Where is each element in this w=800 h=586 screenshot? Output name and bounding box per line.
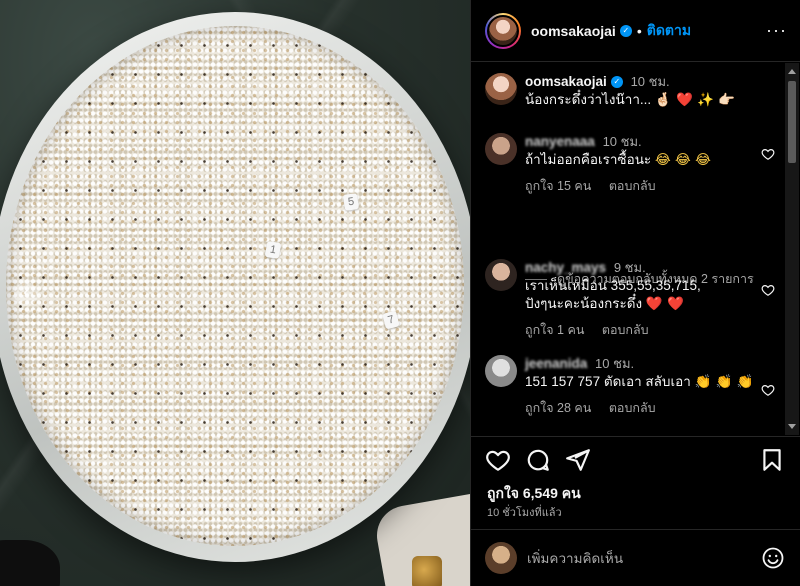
comment-emoji: 👏 👏 👏 [694, 374, 754, 390]
author-avatar[interactable] [485, 12, 521, 49]
post-image[interactable]: 5 1 7 ‹ [0, 0, 470, 586]
comment-likes[interactable]: ถูกใจ 15 คน [525, 179, 591, 193]
scroll-up-icon[interactable] [788, 69, 796, 74]
reply-button[interactable]: ตอบกลับ [609, 401, 656, 415]
number-tag: 1 [264, 240, 282, 260]
commenter-username[interactable]: jeenanida [525, 355, 587, 373]
caption: oomsakaojai ✓ 10 ชม. น้องกระดึ๋งว่าไงน๊าา… [485, 73, 775, 109]
author-username[interactable]: oomsakaojai [531, 23, 616, 39]
like-comment-heart-icon[interactable] [761, 383, 775, 397]
commenter-avatar[interactable] [485, 259, 517, 291]
image-gold-object [412, 556, 442, 586]
viewer-avatar [485, 542, 517, 574]
comment-text: 151 157 757 ตัดเอา สลับเอา [525, 374, 691, 389]
likes-count[interactable]: ถูกใจ 6,549 คน [487, 483, 581, 505]
comment-item: nachy_mays 9 ชม. เราเห็นเหมือน 355,55,35… [485, 259, 775, 339]
like-comment-heart-icon[interactable] [761, 283, 775, 297]
verified-icon: ✓ [619, 24, 632, 37]
comment-time[interactable]: 9 ชม. [614, 260, 646, 275]
caption-text: น้องกระดึ๋งว่าไงน๊าา... [525, 92, 652, 107]
reply-button[interactable]: ตอบกลับ [602, 323, 649, 337]
author-avatar[interactable] [485, 73, 517, 105]
more-icon[interactable]: ··· [766, 20, 787, 41]
comment-likes[interactable]: ถูกใจ 1 คน [525, 323, 584, 337]
follow-button[interactable]: ติดตาม [647, 20, 691, 42]
comment-icon[interactable] [525, 447, 551, 473]
comment-emoji: 😂 😂 😂 [654, 152, 711, 168]
verified-icon: ✓ [610, 76, 623, 89]
bookmark-icon[interactable] [759, 447, 785, 473]
comment-item: jeenanida 10 ชม. 151 157 757 ตัดเอา สลับ… [485, 355, 775, 417]
comments-list[interactable]: oomsakaojai ✓ 10 ชม. น้องกระดึ๋งว่าไงน๊าา… [471, 63, 785, 435]
commenter-username[interactable]: nanyenaaa [525, 133, 595, 151]
scroll-down-icon[interactable] [788, 424, 796, 429]
comment-emoji: ❤️ ❤️ [645, 296, 684, 312]
separator-dot: • [636, 22, 642, 39]
commenter-username[interactable]: nachy_mays [525, 259, 606, 277]
caption-time[interactable]: 10 ชม. [631, 74, 670, 89]
comment-time[interactable]: 10 ชม. [595, 356, 634, 371]
comments-scrollbar[interactable] [785, 63, 799, 435]
heart-icon[interactable] [485, 447, 511, 473]
commenter-avatar[interactable] [485, 133, 517, 165]
reply-button[interactable]: ตอบกลับ [609, 179, 656, 193]
post-actions: ถูกใจ 6,549 คน 10 ชั่วโมงที่แล้ว [471, 436, 800, 586]
carousel-prev-button[interactable]: ‹ [14, 282, 38, 306]
share-icon[interactable] [565, 447, 591, 473]
add-comment-bar [471, 529, 800, 586]
scrollbar-thumb[interactable] [788, 81, 796, 163]
emoji-icon[interactable] [761, 546, 785, 570]
post-time-ago[interactable]: 10 ชั่วโมงที่แล้ว [487, 503, 562, 521]
like-comment-heart-icon[interactable] [761, 147, 775, 161]
commenter-avatar[interactable] [485, 355, 517, 387]
comments-panel: oomsakaojai ✓ • ติดตาม ··· oomsakaojai ✓ … [470, 0, 800, 586]
chevron-left-icon: ‹ [23, 284, 29, 301]
post-header: oomsakaojai ✓ • ติดตาม ··· [471, 0, 800, 62]
comment-text: ถ้าไม่ออกคือเราซื้อนะ [525, 152, 652, 167]
caption-username[interactable]: oomsakaojai [525, 74, 607, 89]
comment-time[interactable]: 10 ชม. [603, 134, 642, 149]
comment-input[interactable] [527, 546, 747, 570]
comment-likes[interactable]: ถูกใจ 28 คน [525, 401, 591, 415]
number-tag: 5 [342, 193, 360, 211]
comment-item: nanyenaaa 10 ชม. ถ้าไม่ออกคือเราซื้อนะ 😂… [485, 133, 775, 195]
rice-grains [6, 26, 464, 546]
caption-emoji: 🤞🏻 ❤️ ✨ 👉🏻 [654, 92, 736, 108]
